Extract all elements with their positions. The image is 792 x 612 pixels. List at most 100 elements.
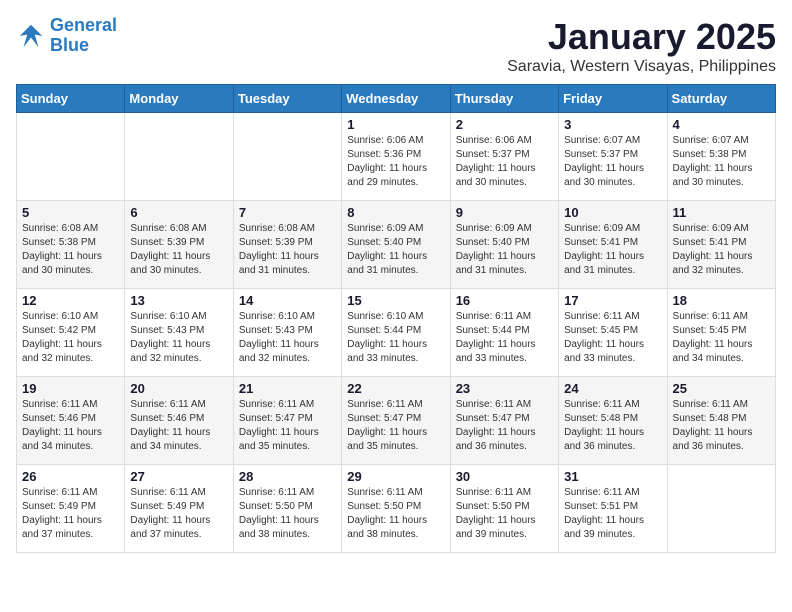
day-info: Sunrise: 6:11 AM Sunset: 5:50 PM Dayligh… — [239, 486, 336, 542]
day-info: Sunrise: 6:11 AM Sunset: 5:47 PM Dayligh… — [347, 398, 444, 454]
day-number: 25 — [673, 381, 770, 396]
day-number: 10 — [564, 205, 661, 220]
calendar-cell: 24 Sunrise: 6:11 AM Sunset: 5:48 PM Dayli… — [559, 377, 667, 465]
day-number: 15 — [347, 293, 444, 308]
day-info: Sunrise: 6:11 AM Sunset: 5:49 PM Dayligh… — [22, 486, 119, 542]
calendar-cell: 31 Sunrise: 6:11 AM Sunset: 5:51 PM Dayli… — [559, 465, 667, 553]
day-number: 9 — [456, 205, 553, 220]
day-number: 8 — [347, 205, 444, 220]
logo-text: General Blue — [50, 16, 117, 56]
calendar-cell: 3 Sunrise: 6:07 AM Sunset: 5:37 PM Daylig… — [559, 113, 667, 201]
day-number: 16 — [456, 293, 553, 308]
day-info: Sunrise: 6:08 AM Sunset: 5:39 PM Dayligh… — [239, 222, 336, 278]
weekday-header: Tuesday — [233, 85, 341, 113]
title-area: January 2025 Saravia, Western Visayas, P… — [507, 16, 776, 76]
calendar-week-row: 12 Sunrise: 6:10 AM Sunset: 5:42 PM Dayli… — [17, 289, 776, 377]
day-number: 20 — [130, 381, 227, 396]
day-number: 26 — [22, 469, 119, 484]
day-info: Sunrise: 6:06 AM Sunset: 5:36 PM Dayligh… — [347, 134, 444, 190]
day-info: Sunrise: 6:10 AM Sunset: 5:43 PM Dayligh… — [239, 310, 336, 366]
calendar-cell: 8 Sunrise: 6:09 AM Sunset: 5:40 PM Daylig… — [342, 201, 450, 289]
weekday-header: Friday — [559, 85, 667, 113]
day-info: Sunrise: 6:11 AM Sunset: 5:46 PM Dayligh… — [130, 398, 227, 454]
calendar-cell: 1 Sunrise: 6:06 AM Sunset: 5:36 PM Daylig… — [342, 113, 450, 201]
day-info: Sunrise: 6:11 AM Sunset: 5:46 PM Dayligh… — [22, 398, 119, 454]
day-info: Sunrise: 6:09 AM Sunset: 5:40 PM Dayligh… — [347, 222, 444, 278]
month-title: January 2025 — [507, 16, 776, 58]
calendar-cell: 2Sunrise: 6:06 AM Sunset: 5:37 PM Daylig… — [450, 113, 558, 201]
day-info: Sunrise: 6:11 AM Sunset: 5:45 PM Dayligh… — [564, 310, 661, 366]
day-number: 7 — [239, 205, 336, 220]
weekday-header: Thursday — [450, 85, 558, 113]
day-info: Sunrise: 6:11 AM Sunset: 5:48 PM Dayligh… — [564, 398, 661, 454]
day-number: 18 — [673, 293, 770, 308]
day-number: 24 — [564, 381, 661, 396]
day-number: 11 — [673, 205, 770, 220]
calendar-cell: 23Sunrise: 6:11 AM Sunset: 5:47 PM Dayli… — [450, 377, 558, 465]
location-title: Saravia, Western Visayas, Philippines — [507, 58, 776, 76]
calendar-week-row: 5Sunrise: 6:08 AM Sunset: 5:38 PM Daylig… — [17, 201, 776, 289]
day-number: 12 — [22, 293, 119, 308]
calendar-cell: 21 Sunrise: 6:11 AM Sunset: 5:47 PM Dayli… — [233, 377, 341, 465]
calendar-cell: 11Sunrise: 6:09 AM Sunset: 5:41 PM Dayli… — [667, 201, 775, 289]
day-number: 17 — [564, 293, 661, 308]
day-number: 21 — [239, 381, 336, 396]
weekday-header: Wednesday — [342, 85, 450, 113]
calendar-week-row: 19 Sunrise: 6:11 AM Sunset: 5:46 PM Dayli… — [17, 377, 776, 465]
day-number: 29 — [347, 469, 444, 484]
day-info: Sunrise: 6:10 AM Sunset: 5:44 PM Dayligh… — [347, 310, 444, 366]
calendar-cell: 25 Sunrise: 6:11 AM Sunset: 5:48 PM Dayli… — [667, 377, 775, 465]
day-number: 31 — [564, 469, 661, 484]
day-number: 28 — [239, 469, 336, 484]
day-info: Sunrise: 6:09 AM Sunset: 5:40 PM Dayligh… — [456, 222, 553, 278]
day-info: Sunrise: 6:11 AM Sunset: 5:51 PM Dayligh… — [564, 486, 661, 542]
calendar-cell — [667, 465, 775, 553]
logo-icon — [16, 21, 46, 51]
calendar-cell: 13Sunrise: 6:10 AM Sunset: 5:43 PM Dayli… — [125, 289, 233, 377]
day-number: 19 — [22, 381, 119, 396]
calendar-cell: 26 Sunrise: 6:11 AM Sunset: 5:49 PM Dayli… — [17, 465, 125, 553]
calendar-cell: 29 Sunrise: 6:11 AM Sunset: 5:50 PM Dayli… — [342, 465, 450, 553]
weekday-header: Saturday — [667, 85, 775, 113]
calendar-cell: 9 Sunrise: 6:09 AM Sunset: 5:40 PM Daylig… — [450, 201, 558, 289]
day-number: 3 — [564, 117, 661, 132]
calendar-cell: 28 Sunrise: 6:11 AM Sunset: 5:50 PM Dayli… — [233, 465, 341, 553]
day-info: Sunrise: 6:11 AM Sunset: 5:44 PM Dayligh… — [456, 310, 553, 366]
day-info: Sunrise: 6:10 AM Sunset: 5:42 PM Dayligh… — [22, 310, 119, 366]
calendar-cell: 7 Sunrise: 6:08 AM Sunset: 5:39 PM Daylig… — [233, 201, 341, 289]
day-number: 6 — [130, 205, 227, 220]
calendar-cell — [125, 113, 233, 201]
day-number: 1 — [347, 117, 444, 132]
day-number: 27 — [130, 469, 227, 484]
day-info: Sunrise: 6:11 AM Sunset: 5:50 PM Dayligh… — [347, 486, 444, 542]
day-info: Sunrise: 6:11 AM Sunset: 5:47 PM Dayligh… — [239, 398, 336, 454]
day-number: 13 — [130, 293, 227, 308]
day-info: Sunrise: 6:11 AM Sunset: 5:45 PM Dayligh… — [673, 310, 770, 366]
calendar-cell: 14 Sunrise: 6:10 AM Sunset: 5:43 PM Dayli… — [233, 289, 341, 377]
day-info: Sunrise: 6:11 AM Sunset: 5:47 PM Dayligh… — [456, 398, 553, 454]
logo: General Blue — [16, 16, 117, 56]
day-info: Sunrise: 6:07 AM Sunset: 5:37 PM Dayligh… — [564, 134, 661, 190]
day-info: Sunrise: 6:09 AM Sunset: 5:41 PM Dayligh… — [564, 222, 661, 278]
calendar-cell: 10 Sunrise: 6:09 AM Sunset: 5:41 PM Dayli… — [559, 201, 667, 289]
day-number: 5 — [22, 205, 119, 220]
calendar-cell: 27Sunrise: 6:11 AM Sunset: 5:49 PM Dayli… — [125, 465, 233, 553]
day-number: 4 — [673, 117, 770, 132]
day-info: Sunrise: 6:11 AM Sunset: 5:50 PM Dayligh… — [456, 486, 553, 542]
calendar-cell: 4Sunrise: 6:07 AM Sunset: 5:38 PM Daylig… — [667, 113, 775, 201]
day-info: Sunrise: 6:11 AM Sunset: 5:48 PM Dayligh… — [673, 398, 770, 454]
calendar-cell: 16 Sunrise: 6:11 AM Sunset: 5:44 PM Dayli… — [450, 289, 558, 377]
day-number: 22 — [347, 381, 444, 396]
day-number: 2 — [456, 117, 553, 132]
calendar-cell: 17 Sunrise: 6:11 AM Sunset: 5:45 PM Dayli… — [559, 289, 667, 377]
page-header: General Blue January 2025 Saravia, Weste… — [16, 16, 776, 76]
calendar-table: SundayMondayTuesdayWednesdayThursdayFrid… — [16, 84, 776, 553]
calendar-cell: 19 Sunrise: 6:11 AM Sunset: 5:46 PM Dayli… — [17, 377, 125, 465]
calendar-cell — [17, 113, 125, 201]
day-number: 14 — [239, 293, 336, 308]
calendar-cell: 18 Sunrise: 6:11 AM Sunset: 5:45 PM Dayli… — [667, 289, 775, 377]
weekday-header: Sunday — [17, 85, 125, 113]
calendar-cell: 12 Sunrise: 6:10 AM Sunset: 5:42 PM Dayli… — [17, 289, 125, 377]
calendar-cell: 30Sunrise: 6:11 AM Sunset: 5:50 PM Dayli… — [450, 465, 558, 553]
calendar-cell: 5Sunrise: 6:08 AM Sunset: 5:38 PM Daylig… — [17, 201, 125, 289]
